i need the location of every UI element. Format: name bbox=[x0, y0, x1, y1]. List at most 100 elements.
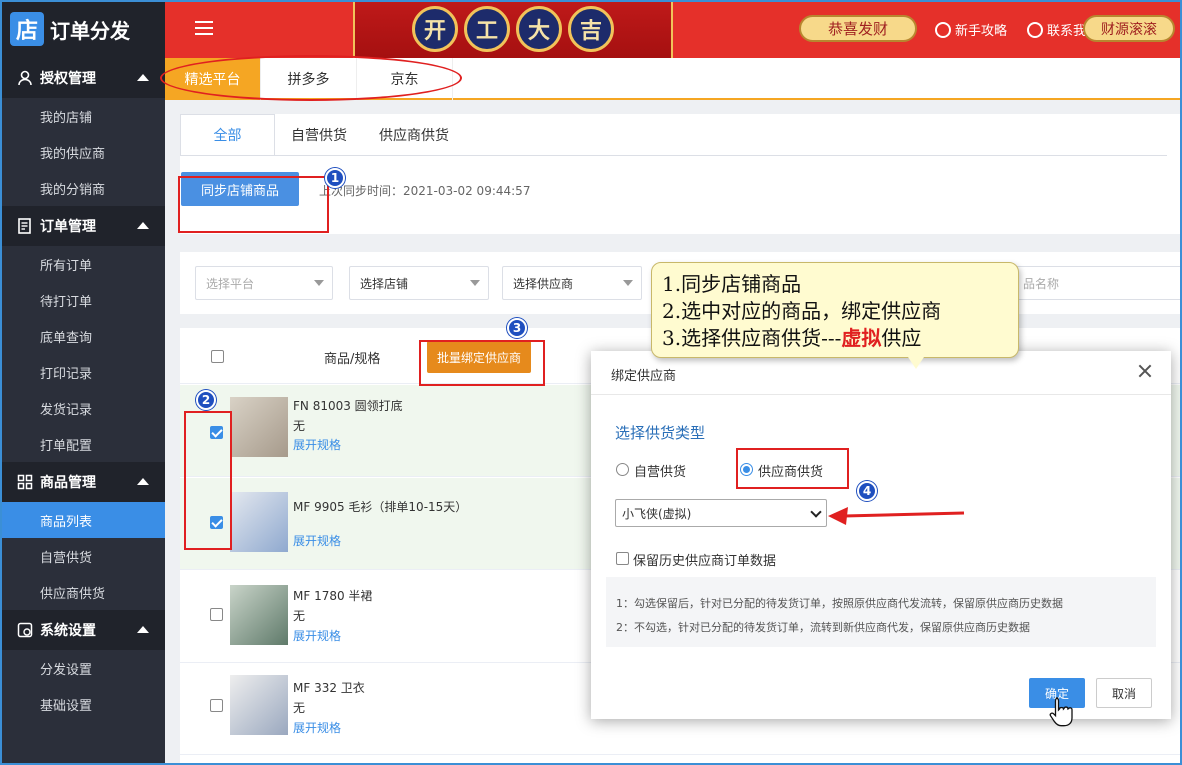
sidebar-item-print-log[interactable]: 打印记录 bbox=[0, 354, 165, 390]
nav-group-orders[interactable]: 订单管理 bbox=[0, 206, 165, 246]
goods-name-placeholder: 品名称 bbox=[1023, 276, 1060, 291]
expand-spec-link[interactable]: 展开规格 bbox=[293, 436, 341, 453]
radio-supplier-supply-label: 供应商供货 bbox=[758, 465, 824, 480]
app-name: 订单分发 bbox=[50, 18, 130, 43]
radio-supplier-supply[interactable] bbox=[740, 463, 753, 476]
callout-text: 供应 bbox=[881, 326, 922, 350]
radio-self-supply[interactable] bbox=[616, 463, 629, 476]
nav-group-goods[interactable]: 商品管理 bbox=[0, 462, 165, 502]
nav-group-settings[interactable]: 系统设置 bbox=[0, 610, 165, 650]
product-title: MF 332 卫衣 bbox=[293, 681, 365, 695]
row-checkbox[interactable] bbox=[210, 516, 223, 529]
shop-select-value: 选择店铺 bbox=[360, 276, 409, 291]
bulk-bind-supplier-button[interactable]: 批量绑定供应商 bbox=[427, 341, 531, 373]
tab-featured-platform[interactable]: 精选平台 bbox=[165, 58, 261, 100]
last-sync-time: 上次同步时间：2021-03-02 09:44:57 bbox=[319, 184, 531, 198]
product-title: MF 1780 半裙 bbox=[293, 589, 373, 603]
expand-spec-link[interactable]: 展开规格 bbox=[293, 532, 341, 549]
supplier-dropdown-value: 小飞侠(虚拟) bbox=[622, 506, 692, 521]
nav-group-label: 商品管理 bbox=[40, 475, 96, 491]
supply-tabs: 全部 自营供货 供应商供货 bbox=[180, 114, 465, 156]
callout-line: 3.选择供应商供货---虚拟供应 bbox=[662, 325, 1018, 352]
shop-select[interactable]: 选择店铺 bbox=[349, 266, 489, 300]
order-doc-icon bbox=[16, 217, 34, 235]
supplier-dropdown[interactable]: 小飞侠(虚拟) bbox=[615, 499, 827, 527]
sync-shop-goods-button[interactable]: 同步店铺商品 bbox=[181, 172, 299, 206]
tabs-divider bbox=[180, 155, 1167, 156]
dropdown-arrow-icon bbox=[623, 280, 633, 286]
caret-up-icon bbox=[137, 626, 149, 633]
sidebar-item-supplier-supply[interactable]: 供应商供货 bbox=[0, 574, 165, 610]
row-checkbox[interactable] bbox=[210, 699, 223, 712]
close-icon[interactable] bbox=[1137, 363, 1153, 379]
product-title: MF 9905 毛衫（排单10-15天） bbox=[293, 500, 468, 514]
menu-icon[interactable] bbox=[195, 21, 213, 37]
sidebar-item-pending-print[interactable]: 待打订单 bbox=[0, 282, 165, 318]
chat-icon bbox=[1027, 21, 1043, 38]
tab-supplier-supply[interactable]: 供应商供货 bbox=[363, 114, 465, 156]
sidebar-item-all-orders[interactable]: 所有订单 bbox=[0, 246, 165, 282]
top-header: 开 工 大 吉 恭喜发财 新手攻略 联系我们 财源滚滚 bbox=[165, 0, 1182, 58]
row-checkbox[interactable] bbox=[210, 426, 223, 439]
product-thumbnail bbox=[230, 585, 288, 645]
supply-type-heading: 选择供货类型 bbox=[615, 424, 706, 442]
callout-line: 2.选中对应的商品，绑定供应商 bbox=[662, 299, 942, 323]
grid-icon bbox=[16, 473, 34, 491]
guide-link[interactable]: 新手攻略 bbox=[935, 20, 1007, 39]
tab-self-supply[interactable]: 自营供货 bbox=[275, 114, 363, 156]
expand-spec-link[interactable]: 展开规格 bbox=[293, 719, 341, 736]
keep-history-label: 保留历史供应商订单数据 bbox=[633, 554, 777, 569]
platform-tabs: 精选平台 拼多多 京东 bbox=[165, 58, 1182, 100]
step-marker: 1 bbox=[325, 168, 345, 188]
step-marker: 2 bbox=[196, 390, 216, 410]
chevron-down-icon bbox=[810, 506, 822, 518]
sidebar-item-my-shop[interactable]: 我的店铺 bbox=[0, 98, 165, 134]
product-thumbnail bbox=[230, 492, 288, 552]
step-marker: 4 bbox=[857, 481, 877, 501]
instruction-callout: 1.同步店铺商品 2.选中对应的商品，绑定供应商 3.选择供应商供货---虚拟供… bbox=[651, 262, 1019, 369]
tab-all[interactable]: 全部 bbox=[180, 114, 275, 156]
cancel-button[interactable]: 取消 bbox=[1096, 678, 1152, 708]
dropdown-arrow-icon bbox=[470, 280, 480, 286]
fortune-badge[interactable]: 财源滚滚 bbox=[1083, 15, 1175, 42]
expand-spec-link[interactable]: 展开规格 bbox=[293, 627, 341, 644]
sidebar-item-self-supply[interactable]: 自营供货 bbox=[0, 538, 165, 574]
goods-name-input[interactable]: 品名称 bbox=[1012, 266, 1182, 300]
product-thumbnail bbox=[230, 397, 288, 457]
row-checkbox[interactable] bbox=[210, 608, 223, 621]
product-spec: 无 bbox=[293, 701, 306, 715]
dialog-divider bbox=[591, 394, 1171, 395]
tab-jd[interactable]: 京东 bbox=[357, 58, 453, 100]
keep-history-checkbox[interactable] bbox=[616, 552, 629, 565]
user-icon bbox=[16, 69, 34, 87]
banner-char: 开 bbox=[412, 6, 458, 52]
note-line: 1：勾选保留后，针对已分配的待发货订单，按照原供应商代发流转，保留原供应商历史数… bbox=[616, 597, 1063, 610]
tab-pinduoduo[interactable]: 拼多多 bbox=[261, 58, 357, 100]
sidebar-item-dispatch-settings[interactable]: 分发设置 bbox=[0, 650, 165, 686]
sidebar-item-goods-list[interactable]: 商品列表 bbox=[0, 502, 165, 538]
supplier-select-value: 选择供应商 bbox=[513, 276, 574, 291]
platform-select[interactable]: 选择平台 bbox=[195, 266, 333, 300]
sidebar: 店 订单分发 授权管理 我的店铺 我的供应商 我的分销商 订单管理 所有订单 待… bbox=[0, 0, 165, 765]
caret-up-icon bbox=[137, 74, 149, 81]
sidebar-item-waybill-query[interactable]: 底单查询 bbox=[0, 318, 165, 354]
sidebar-item-basic-settings[interactable]: 基础设置 bbox=[0, 686, 165, 722]
guide-link-label: 新手攻略 bbox=[955, 24, 1008, 39]
greeting-badge: 恭喜发财 bbox=[799, 15, 917, 42]
supplier-select[interactable]: 选择供应商 bbox=[502, 266, 642, 300]
sidebar-item-my-distributor[interactable]: 我的分销商 bbox=[0, 170, 165, 206]
platform-select-value: 选择平台 bbox=[206, 276, 255, 291]
banner-char: 大 bbox=[516, 6, 562, 52]
callout-line: 1.同步店铺商品 bbox=[662, 272, 802, 296]
red-arrow-pointer bbox=[828, 507, 965, 525]
sidebar-item-ship-log[interactable]: 发货记录 bbox=[0, 390, 165, 426]
sidebar-item-print-config[interactable]: 打单配置 bbox=[0, 426, 165, 462]
nav-group-auth[interactable]: 授权管理 bbox=[0, 58, 165, 98]
radio-self-supply-label: 自营供货 bbox=[634, 465, 687, 480]
select-all-checkbox[interactable] bbox=[211, 350, 224, 363]
nav-group-label: 授权管理 bbox=[40, 71, 96, 87]
compass-icon bbox=[935, 21, 951, 38]
nav-group-label: 系统设置 bbox=[40, 623, 96, 639]
festival-banner: 开 工 大 吉 bbox=[353, 0, 673, 58]
sidebar-item-my-supplier[interactable]: 我的供应商 bbox=[0, 134, 165, 170]
